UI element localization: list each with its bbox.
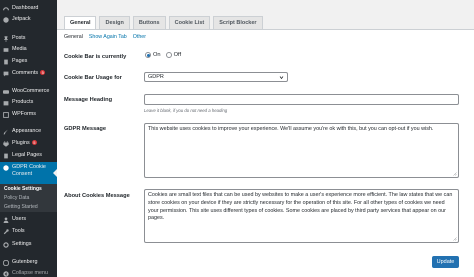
- gdpr-message-text: This website uses cookies to improve you…: [148, 126, 434, 132]
- sidebar-item-label: Products: [12, 98, 34, 105]
- sidebar-item-label: Media: [12, 45, 27, 52]
- settings-tabs: General Design Buttons Cookie List Scrip…: [64, 16, 266, 29]
- radio-on-label: On: [153, 52, 161, 58]
- sidebar-item-label: Posts: [12, 34, 26, 41]
- pin-icon: [3, 35, 9, 42]
- sidebar-item-label: GDPR Cookie Consent: [12, 164, 46, 177]
- users-icon: [3, 216, 9, 223]
- gutenberg-icon: [3, 259, 9, 266]
- chevron-down-icon: [279, 76, 284, 80]
- jetpack-icon: [3, 16, 9, 23]
- sidebar-item-tools[interactable]: Tools: [0, 226, 57, 237]
- sidebar-item-legal-pages[interactable]: Legal Pages: [0, 150, 57, 161]
- products-icon: [3, 100, 9, 106]
- sidebar-item-pages[interactable]: Pages: [0, 56, 57, 67]
- media-icon: [3, 47, 9, 53]
- subnav-general[interactable]: General: [64, 34, 83, 40]
- cookie-bar-radio-group: On Off: [145, 52, 186, 58]
- sidebar-item-label: Gutenberg: [12, 258, 38, 265]
- about-cookies-text: Cookies are small text files that can be…: [148, 192, 453, 222]
- tab-general[interactable]: General: [64, 16, 97, 29]
- sidebar-item-label: Users: [12, 215, 27, 222]
- tab-cookie-list[interactable]: Cookie List: [168, 16, 211, 29]
- submenu-label: Policy Data: [4, 194, 30, 201]
- brush-icon: [3, 129, 9, 135]
- gdpr-message-textarea[interactable]: This website uses cookies to improve you…: [144, 123, 459, 178]
- usage-label: Cookie Bar Usage for: [64, 75, 122, 81]
- pages-icon: [3, 59, 9, 65]
- sidebar-item-media[interactable]: Media: [0, 44, 57, 55]
- sidebar-item-dashboard[interactable]: Dashboard: [0, 3, 57, 14]
- sidebar-item-products[interactable]: Products: [0, 97, 57, 108]
- collapse-icon: [3, 270, 9, 277]
- usage-select[interactable]: GDPR: [144, 72, 288, 82]
- sidebar-item-label: WPForms: [12, 110, 36, 117]
- gdpr-message-label: GDPR Message: [64, 126, 107, 132]
- plugin-icon: [3, 140, 9, 147]
- main-content: General Design Buttons Cookie List Scrip…: [57, 0, 474, 277]
- tools-icon: [3, 228, 9, 235]
- submenu-getting-started[interactable]: Getting Started: [0, 202, 57, 212]
- heading-input[interactable]: [144, 94, 459, 105]
- sidebar-item-gutenberg[interactable]: Gutenberg: [0, 257, 57, 268]
- sidebar-item-label: Collapse menu: [12, 269, 48, 276]
- about-cookies-label: About Cookies Message: [64, 193, 130, 199]
- subnav-other[interactable]: Other: [133, 34, 146, 40]
- sidebar-item-label: Appearance: [12, 127, 42, 134]
- sidebar-item-comments[interactable]: Comments 5: [0, 68, 57, 79]
- sidebar-item-label: Comments 5: [12, 70, 46, 77]
- heading-hint: Leave it blank, if you do not need a hea…: [144, 108, 228, 113]
- sidebar-item-appearance[interactable]: Appearance: [0, 126, 57, 137]
- sidebar-item-woocommerce[interactable]: WooCommerce: [0, 86, 57, 97]
- usage-select-value: GDPR: [148, 74, 164, 80]
- settings-panel: General Show Again Tab Other Cookie Bar …: [57, 29, 474, 277]
- sidebar-item-label: Legal Pages: [12, 151, 42, 158]
- submenu-label: Getting Started: [4, 204, 38, 210]
- collapse-menu-button[interactable]: Collapse menu: [0, 268, 57, 277]
- submenu-policy-data[interactable]: Policy Data: [0, 193, 57, 202]
- sidebar-item-label: WooCommerce: [12, 87, 50, 94]
- admin-sidebar: Dashboard Jetpack Posts Media Pages Comm…: [0, 0, 57, 277]
- subnav-show-again-tab[interactable]: Show Again Tab: [89, 34, 127, 40]
- plugins-count-badge: 5: [31, 140, 37, 146]
- update-button[interactable]: Update: [432, 256, 459, 268]
- radio-off-label: Off: [173, 52, 182, 58]
- resize-grip-icon[interactable]: [452, 236, 457, 241]
- sidebar-item-label: Jetpack: [12, 15, 31, 22]
- sidebar-item-label: Tools: [12, 227, 25, 234]
- sidebar-item-users[interactable]: Users: [0, 214, 57, 225]
- cookie-bar-label: Cookie Bar is currently: [64, 54, 127, 60]
- tab-design[interactable]: Design: [99, 16, 130, 29]
- submenu-label: Cookie Settings: [4, 185, 42, 192]
- sidebar-item-label: Dashboard: [12, 4, 39, 11]
- resize-grip-icon[interactable]: [452, 171, 457, 176]
- radio-off[interactable]: [165, 52, 172, 58]
- woocommerce-icon: [3, 89, 9, 95]
- legal-pages-icon: [3, 153, 9, 159]
- comments-count-badge: 5: [40, 70, 46, 76]
- tab-buttons[interactable]: Buttons: [132, 16, 166, 29]
- sidebar-item-wpforms[interactable]: WPForms: [0, 109, 57, 120]
- sidebar-item-settings[interactable]: Settings: [0, 239, 57, 250]
- sidebar-item-label: Plugins 5: [12, 140, 37, 147]
- heading-label: Message Heading: [64, 97, 113, 103]
- wpforms-icon: [3, 111, 9, 118]
- tab-script-blocker[interactable]: Script Blocker: [213, 16, 263, 29]
- comment-icon: [3, 71, 9, 77]
- sidebar-item-jetpack[interactable]: Jetpack: [0, 14, 57, 25]
- sidebar-item-posts[interactable]: Posts: [0, 33, 57, 44]
- dashboard-icon: [3, 6, 9, 12]
- gdpr-icon: [3, 165, 9, 171]
- about-cookies-textarea[interactable]: Cookies are small text files that can be…: [144, 189, 459, 243]
- settings-icon: [3, 241, 9, 248]
- radio-on[interactable]: [145, 52, 151, 58]
- sidebar-item-plugins[interactable]: Plugins 5: [0, 138, 57, 149]
- subnav: General Show Again Tab Other: [64, 34, 152, 40]
- submenu-cookie-settings[interactable]: Cookie Settings: [0, 184, 57, 193]
- sidebar-item-label: Settings: [12, 240, 32, 247]
- sidebar-item-gdpr-cookie-consent[interactable]: GDPR Cookie Consent: [0, 162, 57, 184]
- sidebar-item-label: Pages: [12, 57, 28, 64]
